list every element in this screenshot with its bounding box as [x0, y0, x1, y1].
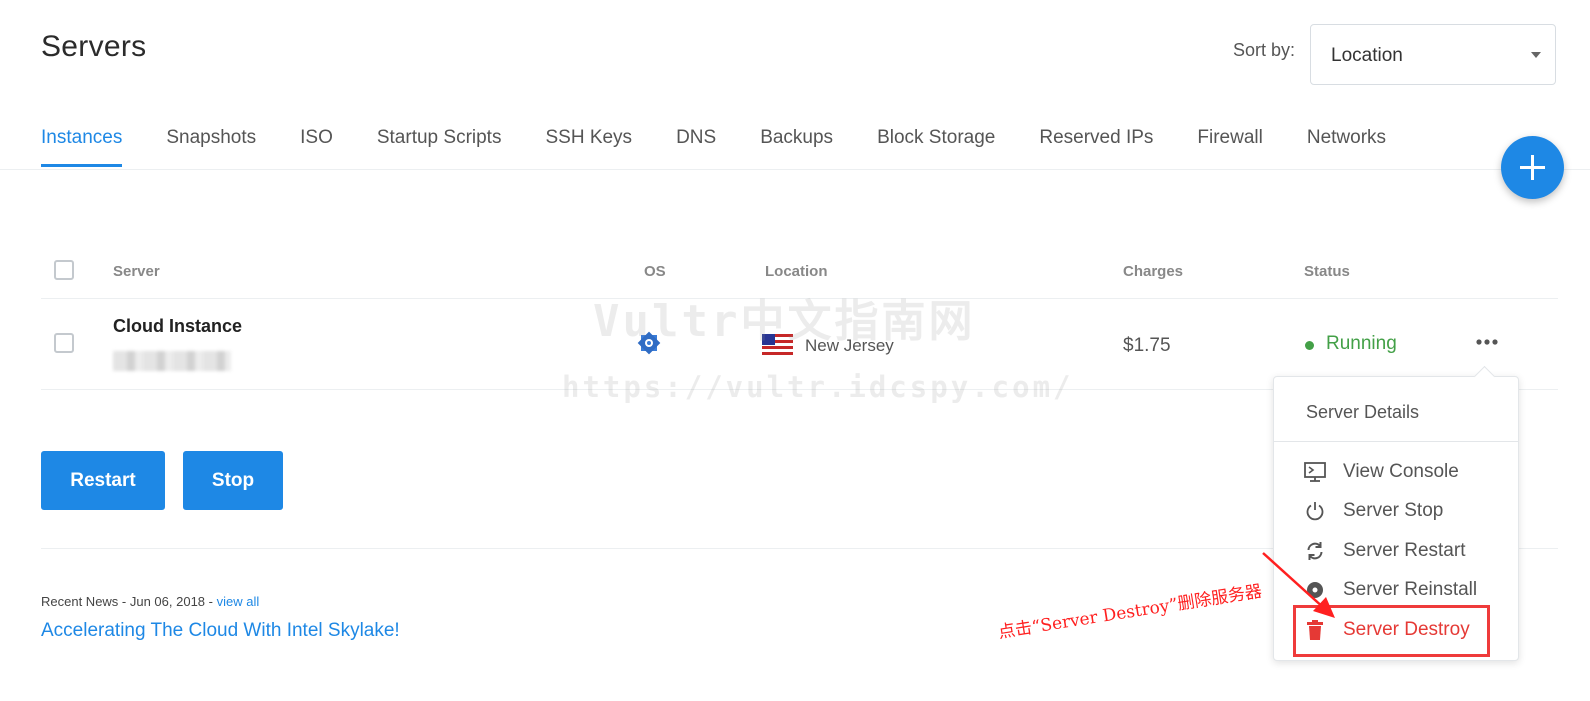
power-icon	[1304, 500, 1326, 522]
column-header-server[interactable]: Server	[113, 263, 160, 280]
watermark-url: https://vultr.idcspy.com/	[562, 370, 1074, 404]
more-options-icon[interactable]	[1474, 330, 1500, 354]
annotation-text: 点击“Server Destroy”删除服务器	[996, 581, 1264, 643]
tab-networks[interactable]: Networks	[1307, 127, 1386, 167]
tab-instances[interactable]: Instances	[41, 127, 123, 167]
menu-item-view-console[interactable]: View Console	[1304, 457, 1459, 487]
tab-iso[interactable]: ISO	[300, 127, 333, 167]
menu-item-label: View Console	[1343, 461, 1459, 482]
tab-snapshots[interactable]: Snapshots	[166, 127, 256, 167]
stop-button[interactable]: Stop	[183, 451, 283, 510]
news-headline-link[interactable]: Accelerating The Cloud With Intel Skylak…	[41, 620, 400, 642]
menu-item-label: Server Restart	[1343, 540, 1466, 561]
sort-select-value: Location	[1331, 45, 1403, 66]
column-header-os[interactable]: OS	[644, 263, 666, 280]
page-title: Servers	[41, 30, 147, 63]
status-dot	[1305, 341, 1314, 350]
menu-item-server-details[interactable]: Server Details	[1306, 402, 1419, 423]
server-ip-redacted	[113, 351, 231, 371]
news-meta: Recent News - Jun 06, 2018 - view all	[41, 594, 259, 609]
column-header-location[interactable]: Location	[765, 263, 828, 280]
server-name-link[interactable]: Cloud Instance	[113, 316, 242, 337]
tab-ssh-keys[interactable]: SSH Keys	[545, 127, 632, 167]
annotation-arrow-icon	[1262, 552, 1335, 618]
tab-startup-scripts[interactable]: Startup Scripts	[377, 127, 502, 167]
server-charges: $1.75	[1123, 335, 1171, 356]
select-all-checkbox[interactable]	[54, 260, 74, 280]
view-all-link[interactable]: view all	[217, 594, 260, 609]
chevron-down-icon	[1531, 52, 1541, 58]
menu-item-label: Server Reinstall	[1343, 579, 1478, 600]
menu-item-server-stop[interactable]: Server Stop	[1304, 496, 1443, 526]
plus-icon	[1520, 155, 1545, 180]
watermark-title: Vultr中文指南网	[593, 296, 976, 347]
tab-dns[interactable]: DNS	[676, 127, 716, 167]
tab-firewall[interactable]: Firewall	[1197, 127, 1262, 167]
column-header-status[interactable]: Status	[1304, 263, 1350, 280]
tab-block-storage[interactable]: Block Storage	[877, 127, 995, 167]
tab-backups[interactable]: Backups	[760, 127, 833, 167]
restart-button[interactable]: Restart	[41, 451, 165, 510]
status-badge: Running	[1326, 333, 1397, 354]
column-header-charges[interactable]: Charges	[1123, 263, 1183, 280]
sort-select[interactable]: Location	[1310, 24, 1556, 85]
menu-item-label: Server Stop	[1343, 500, 1444, 521]
news-date: Recent News - Jun 06, 2018 -	[41, 594, 217, 609]
add-server-button[interactable]	[1501, 136, 1564, 199]
tab-bar: Instances Snapshots ISO Startup Scripts …	[41, 127, 1430, 167]
tabs-divider	[0, 169, 1590, 170]
sort-label: Sort by:	[1233, 40, 1296, 60]
console-icon	[1304, 461, 1326, 483]
row-checkbox[interactable]	[54, 333, 74, 353]
menu-divider	[1274, 441, 1518, 442]
tab-reserved-ips[interactable]: Reserved IPs	[1039, 127, 1153, 167]
